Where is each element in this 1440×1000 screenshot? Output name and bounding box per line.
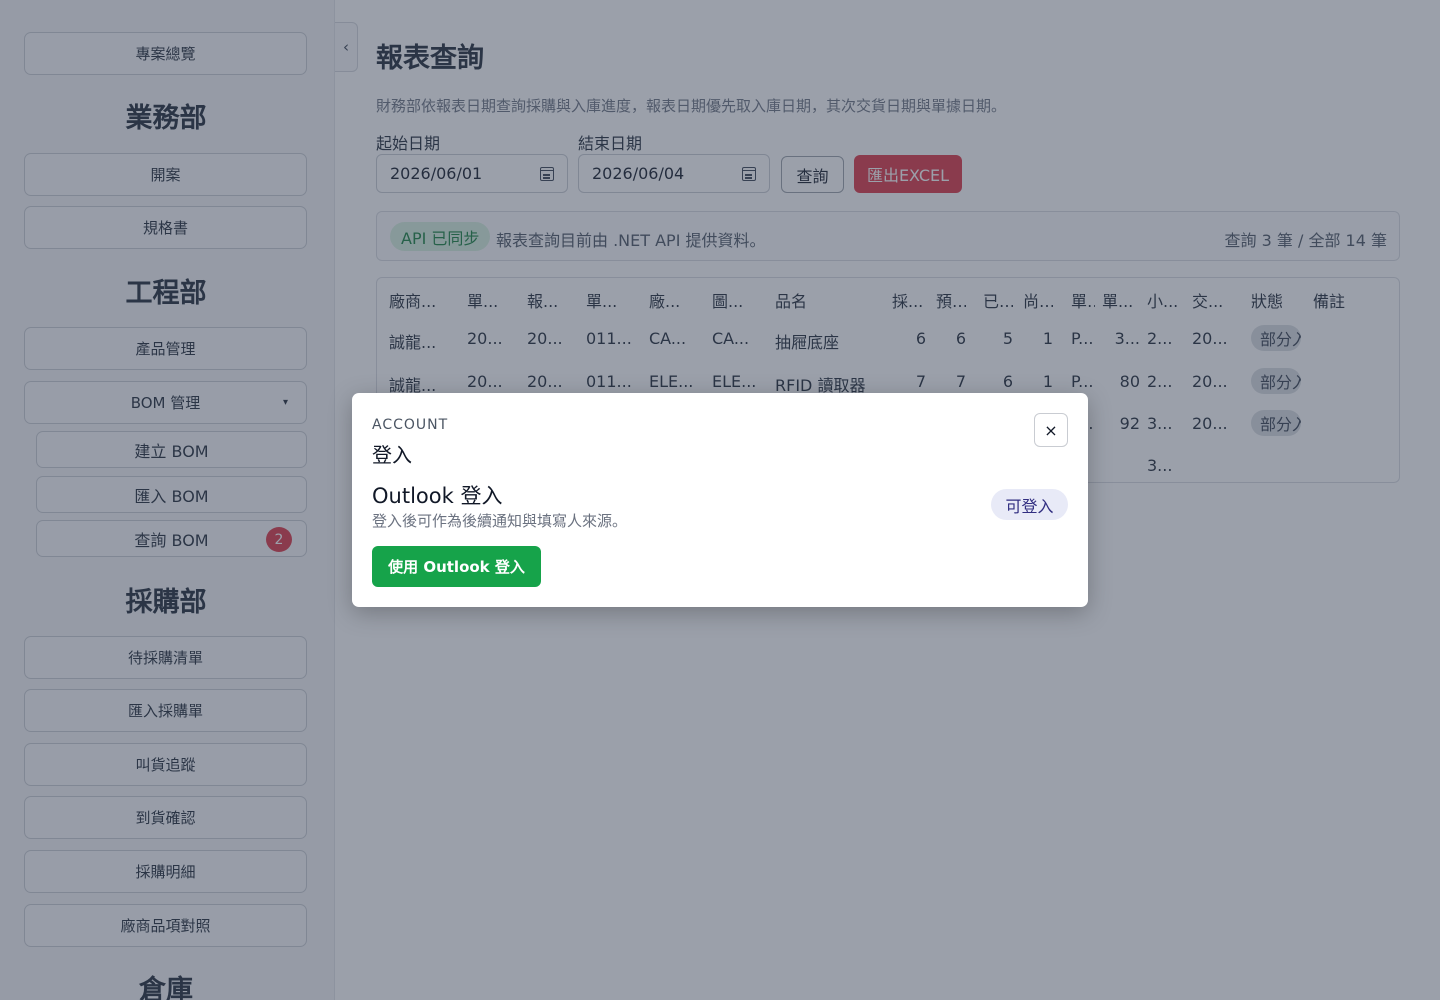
close-icon: × <box>1044 420 1058 440</box>
close-button[interactable]: × <box>1034 413 1068 447</box>
modal-eyebrow: ACCOUNT <box>372 417 449 433</box>
modal-title: 登入 <box>372 443 412 467</box>
login-modal: ACCOUNT 登入 × Outlook 登入 登入後可作為後續通知與填寫人來源… <box>352 393 1088 607</box>
provider-status-badge: 可登入 <box>991 489 1068 520</box>
provider-description: 登入後可作為後續通知與填寫人來源。 <box>372 512 628 530</box>
provider-name: Outlook 登入 <box>372 484 503 508</box>
outlook-login-button[interactable]: 使用 Outlook 登入 <box>372 546 541 587</box>
app-root: 專案總覽 業務部 開案 規格書 工程部 產品管理 BOM 管理 ▾ 建立 BOM… <box>0 0 1440 1000</box>
